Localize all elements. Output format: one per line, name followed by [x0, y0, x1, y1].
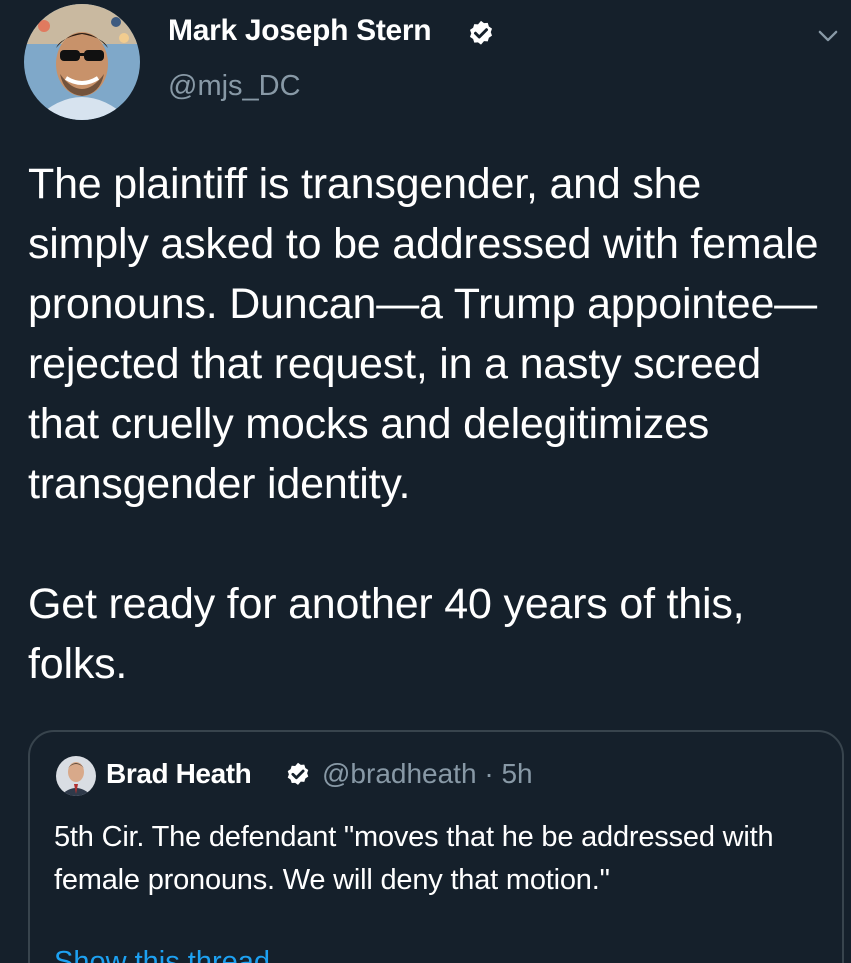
- author-name[interactable]: Mark Joseph Stern: [168, 14, 432, 48]
- tweet-card: Mark Joseph Stern @mjs_DC The plaintiff …: [0, 0, 851, 963]
- tweet-paragraph: The plaintiff is transgender, and she si…: [28, 160, 819, 508]
- author-handle[interactable]: @mjs_DC: [168, 70, 301, 103]
- avatar-image: [56, 756, 96, 796]
- quoted-avatar[interactable]: [56, 756, 96, 796]
- quoted-tweet[interactable]: Brad Heath @bradheath · 5h 5th Cir. The …: [28, 730, 844, 963]
- show-thread-link[interactable]: Show this thread: [54, 946, 270, 963]
- verified-badge-icon: [466, 19, 496, 49]
- chevron-down-icon[interactable]: [814, 22, 842, 50]
- avatar-image: [24, 4, 140, 120]
- quoted-tweet-text: 5th Cir. The defendant "moves that he be…: [54, 821, 774, 896]
- quoted-author-name[interactable]: Brad Heath: [106, 758, 252, 790]
- quoted-author-handle[interactable]: @bradheath: [322, 758, 477, 789]
- author-avatar[interactable]: [24, 4, 140, 120]
- verified-badge-icon: [284, 761, 312, 789]
- quoted-meta: @bradheath · 5h: [322, 758, 533, 790]
- tweet-body: The plaintiff is transgender, and she si…: [28, 154, 828, 694]
- tweet-paragraph: Get ready for another 40 years of this, …: [28, 580, 745, 688]
- meta-separator: ·: [484, 758, 494, 789]
- quoted-timestamp[interactable]: 5h: [501, 758, 532, 789]
